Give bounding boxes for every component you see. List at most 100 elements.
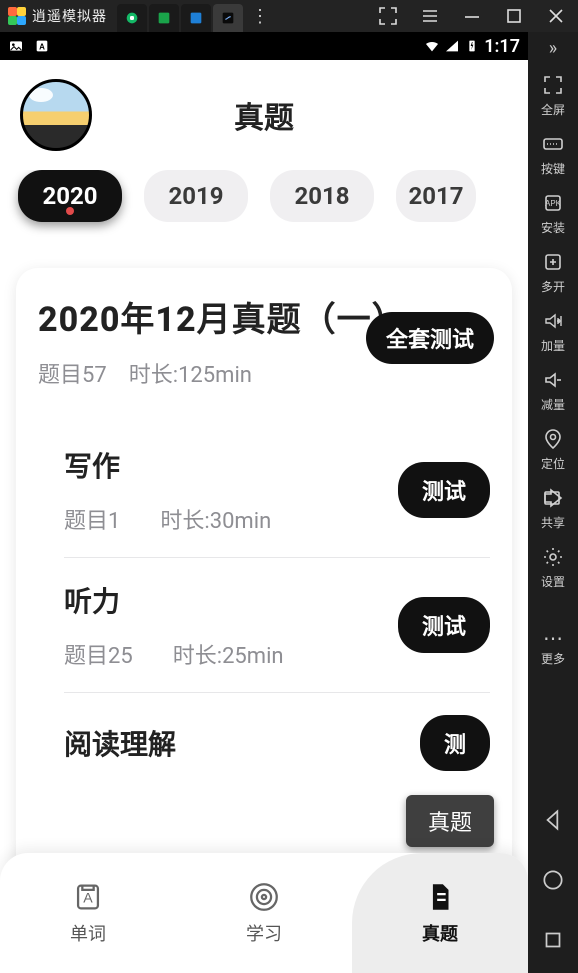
side-voldown[interactable]: 减量 [528,368,578,413]
side-location[interactable]: 定位 [528,427,578,472]
emulator-tabs [117,0,245,32]
side-label: 更多 [541,650,565,667]
emulator-titlebar: 逍遥模拟器 ⋮ [0,0,578,32]
bottom-nav: A 单词 学习 真题 [0,853,528,973]
paper-qcount: 题目57 [38,357,107,389]
battery-charging-icon [464,38,480,54]
bottom-nav-exam[interactable]: 真题 [352,853,528,973]
section-name: 写作 [64,445,398,485]
emulator-close-button[interactable] [544,4,568,28]
multi-icon [541,250,565,274]
side-volup[interactable]: 加量 [528,309,578,354]
year-tabs: 2020 2019 2018 2017 [0,170,528,238]
share-icon [541,486,565,510]
emulator-logo-icon [8,7,26,25]
section-test-button[interactable]: 测试 [398,462,490,518]
year-tab-2018[interactable]: 2018 [270,170,374,222]
side-label: 共享 [541,514,565,531]
year-tab-2017[interactable]: 2017 [396,170,476,222]
bottom-nav-words[interactable]: A 单词 [0,853,176,973]
side-fullscreen[interactable]: 全屏 [528,73,578,118]
svg-text:APK: APK [545,199,562,208]
location-icon [541,427,565,451]
keyboard-icon [541,132,565,156]
status-a-icon: A [34,38,50,54]
side-label: 全屏 [541,101,565,118]
section-qcount: 题目25 [64,638,133,670]
side-label: 按键 [541,160,565,177]
paper-duration: 时长:125min [129,357,252,389]
bottom-nav-label: 真题 [422,920,458,946]
book-icon: A [71,880,105,914]
side-install[interactable]: APK 安装 [528,191,578,236]
full-test-button[interactable]: 全套测试 [366,312,494,364]
exam-icon [423,880,457,914]
paper-card: 2020年12月真题（一） 全套测试 题目57 时长:125min 写作 题目1… [16,268,512,878]
toast: 真题 [406,795,494,847]
bottom-nav-study[interactable]: 学习 [176,853,352,973]
voldown-icon [541,368,565,392]
section-test-button[interactable]: 测试 [398,597,490,653]
emulator-tab-4-active[interactable] [213,4,243,32]
emulator-fullscreen-icon[interactable] [376,4,400,28]
status-image-icon [8,38,24,54]
side-label: 减量 [541,396,565,413]
side-collapse-icon[interactable]: » [549,38,557,59]
android-nav-buttons [540,807,566,953]
section-listening: 听力 题目25 时长:25min 测试 [64,557,490,692]
emulator-side-panel: » 全屏 按键 APK 安装 多开 加量 减量 定位 共享 设置 ⋯ 更多 [528,32,578,973]
side-label: 安装 [541,219,565,236]
android-recents-button[interactable] [540,927,566,953]
volup-icon [541,309,565,333]
android-home-button[interactable] [540,867,566,893]
side-more[interactable]: ⋯ 更多 [528,606,578,667]
year-label: 2019 [168,182,223,210]
year-label: 2017 [408,182,463,210]
phone-screen: A 1:17 真题 2020 2019 2018 2017 2020年12月真题… [0,32,528,973]
android-back-button[interactable] [540,807,566,833]
emulator-more-tabs-icon[interactable]: ⋮ [251,6,271,27]
emulator-tab-1[interactable] [117,4,147,32]
app-header: 真题 [0,60,528,170]
fullscreen-icon [541,73,565,97]
section-duration: 时长:25min [173,638,284,670]
apk-icon: APK [541,191,565,215]
target-icon [247,880,281,914]
android-statusbar: A 1:17 [0,32,528,60]
svg-text:A: A [83,891,93,907]
side-multi[interactable]: 多开 [528,250,578,295]
side-label: 加量 [541,337,565,354]
settings-icon [541,545,565,569]
side-settings[interactable]: 设置 [528,545,578,590]
year-tab-2020[interactable]: 2020 [18,170,122,222]
section-list: 写作 题目1 时长:30min 测试 听力 题目25 时长:25min [38,423,490,793]
section-qcount: 题目1 [64,503,120,535]
year-label: 2018 [294,182,349,210]
year-tab-2019[interactable]: 2019 [144,170,248,222]
side-label: 设置 [541,573,565,590]
year-label: 2020 [42,182,97,210]
avatar[interactable] [20,79,92,151]
emulator-menu-icon[interactable] [418,4,442,28]
emulator-tab-3[interactable] [181,4,211,32]
side-keymap[interactable]: 按键 [528,132,578,177]
section-test-button[interactable]: 测 [420,715,490,771]
signal-icon [444,38,460,54]
side-share[interactable]: 共享 [528,486,578,531]
page-title: 真题 [92,93,508,137]
section-writing: 写作 题目1 时长:30min 测试 [64,423,490,557]
svg-text:A: A [39,42,45,51]
emulator-title: 逍遥模拟器 [32,6,107,26]
emulator-maximize-button[interactable] [502,4,526,28]
status-time: 1:17 [484,36,520,57]
section-name: 听力 [64,580,398,620]
section-reading: 阅读理解 测 [64,692,490,793]
emulator-tab-2[interactable] [149,4,179,32]
wifi-icon [424,38,440,54]
side-label: 定位 [541,455,565,472]
app-root: 真题 2020 2019 2018 2017 2020年12月真题（一） 全套测… [0,60,528,973]
bottom-nav-label: 单词 [70,920,106,946]
more-icon: ⋯ [543,626,563,650]
side-label: 多开 [541,278,565,295]
emulator-minimize-button[interactable] [460,4,484,28]
